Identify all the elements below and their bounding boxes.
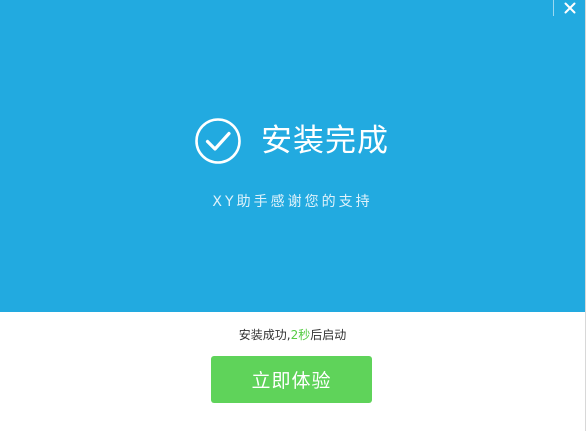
thanks-subtitle: XY助手感谢您的支持 — [212, 194, 373, 210]
status-prefix: 安装成功, — [238, 328, 291, 342]
status-suffix: 后启动 — [310, 328, 347, 342]
start-now-button[interactable]: 立即体验 — [211, 356, 372, 403]
status-text: 安装成功,2秒后启动 — [0, 326, 585, 344]
countdown-seconds: 2秒 — [290, 328, 311, 342]
close-button[interactable] — [553, 0, 585, 16]
check-circle-icon — [195, 118, 241, 164]
title-row: 安装完成 — [195, 116, 389, 166]
page-title: 安装完成 — [261, 123, 389, 159]
installer-window: 安装完成 XY助手感谢您的支持 安装成功,2秒后启动 立即体验 — [0, 0, 586, 431]
hero-banner: 安装完成 XY助手感谢您的支持 — [0, 0, 585, 312]
close-icon — [564, 2, 575, 14]
